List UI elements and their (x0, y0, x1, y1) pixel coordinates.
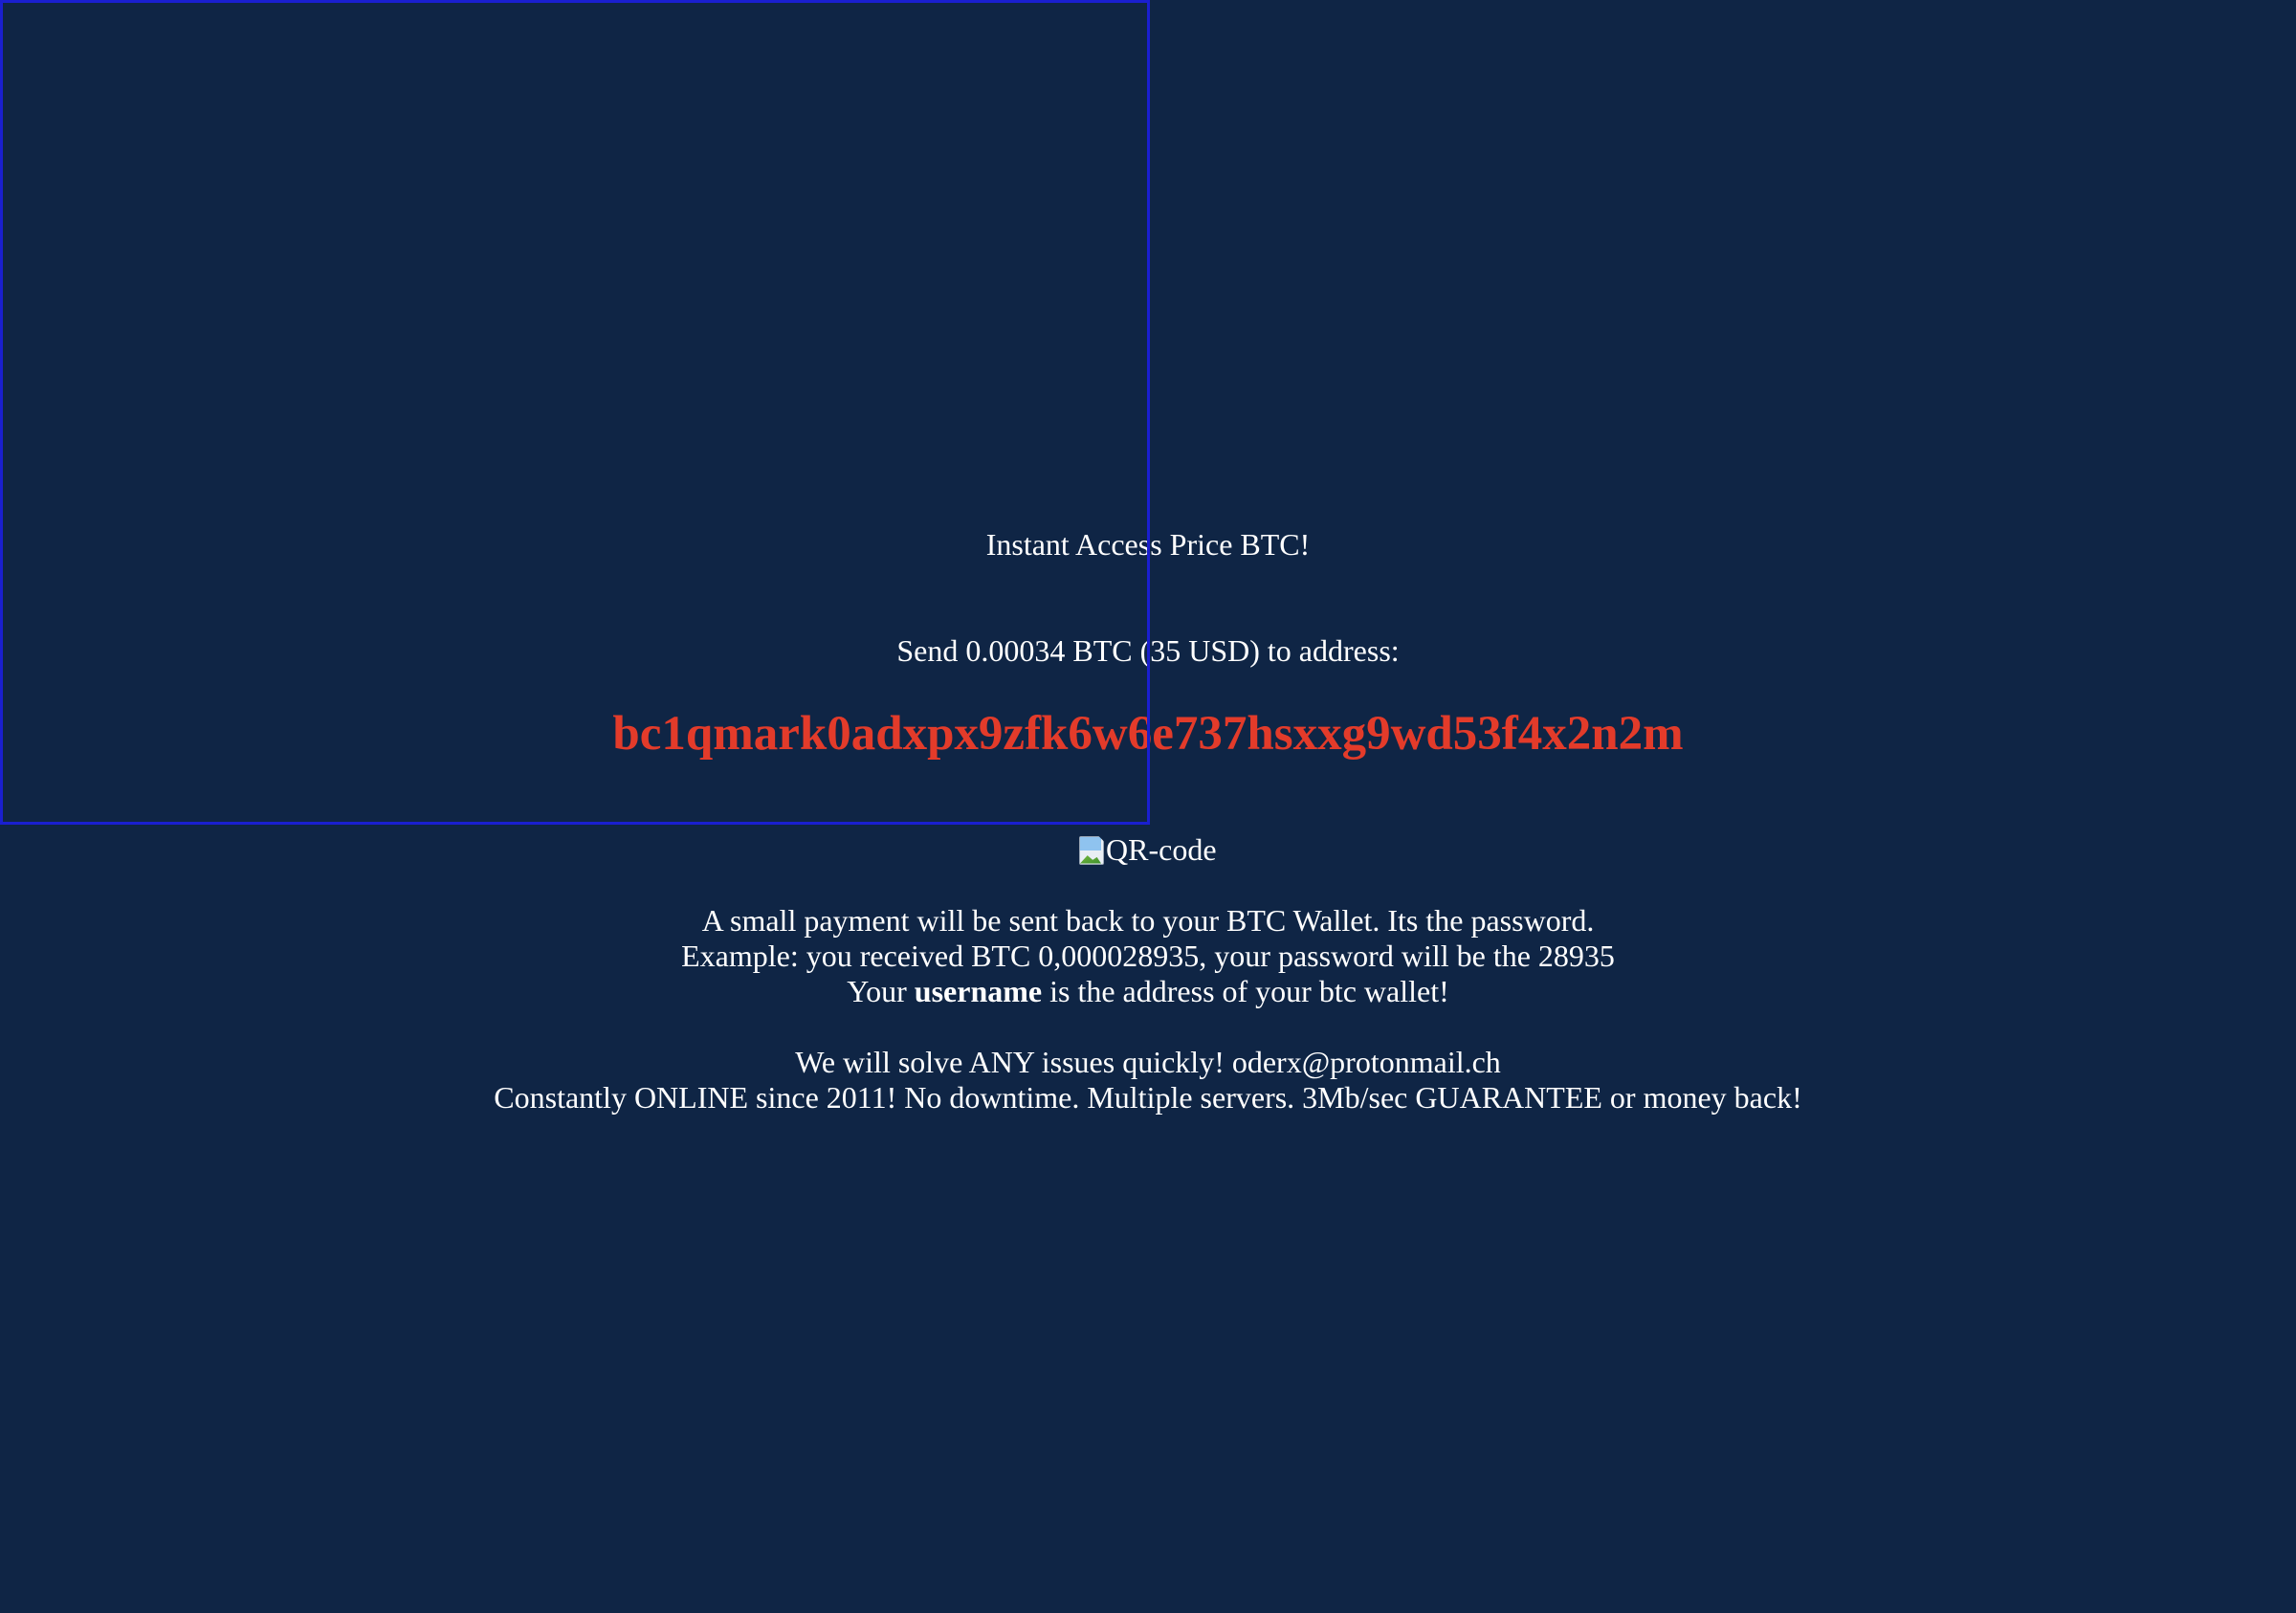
iframe-outline-box (0, 0, 1150, 825)
payment-info: A small payment will be sent back to you… (0, 903, 2296, 1009)
username-label: username (914, 974, 1043, 1008)
qr-code-alt-text: QR-code (1106, 832, 1217, 867)
qr-code-image: QR-code (1077, 832, 1217, 868)
support-line-1: We will solve ANY issues quickly! oderx@… (795, 1045, 1501, 1079)
support-info: We will solve ANY issues quickly! oderx@… (0, 1045, 2296, 1116)
broken-image-icon (1077, 833, 1106, 867)
send-instruction: Send 0.00034 BTC (35 USD) to address: (896, 633, 1400, 668)
info-line-1: A small payment will be sent back to you… (701, 903, 1595, 938)
info-line-3-prefix: Your (847, 974, 907, 1008)
info-line-2: Example: you received BTC 0,000028935, y… (681, 939, 1615, 973)
info-line-3-suffix: is the address of your btc wallet! (1049, 974, 1449, 1008)
page-title: Instant Access Price BTC! (985, 527, 1311, 562)
info-line-3: Your username is the address of your btc… (0, 974, 2296, 1009)
btc-address[interactable]: bc1qmark0adxpx9zfk6w6e737hsxxg9wd53f4x2n… (0, 705, 2296, 762)
support-line-2: Constantly ONLINE since 2011! No downtim… (494, 1080, 1802, 1115)
